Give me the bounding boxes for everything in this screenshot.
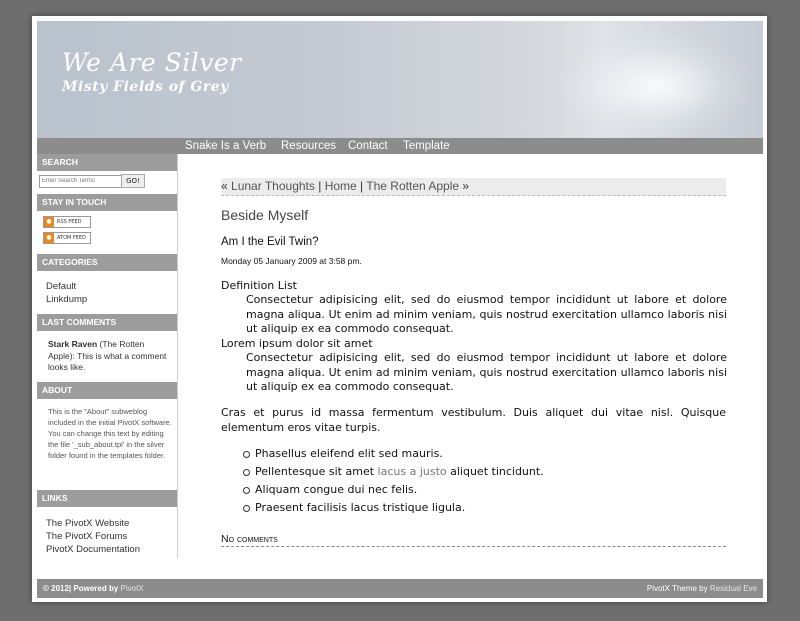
bullet-icon	[243, 487, 250, 494]
nav-item-template[interactable]: Template	[403, 138, 450, 154]
about-text: This is the "About" subweblog included i…	[48, 407, 172, 460]
list-item: Phasellus eleifend elit sed mauris.	[241, 445, 544, 463]
post-title[interactable]: Am I the Evil Twin?	[221, 236, 319, 248]
header-image	[557, 31, 757, 138]
last-comments-heading: LAST COMMENTS	[37, 314, 177, 331]
comment-author: Stark Raven	[48, 339, 98, 349]
category-linkdump[interactable]: Linkdump	[46, 293, 87, 306]
atom-icon: ●	[44, 233, 54, 243]
nav-item-contact[interactable]: Contact	[348, 138, 388, 154]
list-item-text: Pellentesque sit amet	[255, 465, 378, 478]
footer-left: © 2012| Powered by PivotX	[43, 579, 144, 598]
prev-post-link[interactable]: Lunar Thoughts	[231, 179, 315, 193]
sidebar: SEARCH GO! STAY IN TOUCH ●RSS FEED ●ATOM…	[37, 154, 177, 558]
nav-item-resources[interactable]: Resources	[281, 138, 336, 154]
site-subtitle: Misty Fields of Grey	[62, 79, 229, 95]
search-heading: SEARCH	[37, 154, 177, 171]
definition-description: Consectetur adipisicing elit, sed do eiu…	[246, 293, 727, 335]
list-item: Aliquam congue dui nec felis.	[241, 481, 544, 499]
links-heading: LINKS	[37, 490, 177, 507]
rss-feed-button[interactable]: ● RSS FEED	[43, 216, 91, 228]
page-title: Beside Myself	[221, 207, 309, 223]
footer-right: PivotX Theme by Residual Eve	[647, 579, 757, 598]
list-item-text: Aliquam congue dui nec felis.	[255, 483, 418, 496]
bullet-icon	[243, 451, 250, 458]
nav-item-snake[interactable]: Snake Is a Verb	[185, 138, 266, 154]
site-header: We Are Silver Misty Fields of Grey	[37, 21, 763, 138]
list-item-text: Praesent facilisis lacus tristique ligul…	[255, 501, 466, 514]
atom-feed-button[interactable]: ● ATOM FEED	[43, 232, 91, 244]
list-item-text: aliquet tincidunt.	[446, 465, 544, 478]
list-item-text: Phasellus eleifend elit sed mauris.	[255, 447, 443, 460]
inline-link[interactable]: lacus a justo	[378, 465, 447, 478]
stay-in-touch-heading: STAY IN TOUCH	[37, 194, 177, 211]
link-pivotx-forums[interactable]: The PivotX Forums	[46, 530, 127, 543]
last-comment[interactable]: Stark Raven (The Rotten Apple): This is …	[48, 339, 168, 374]
definition-term: Definition List	[221, 279, 297, 292]
site-title[interactable]: We Are Silver	[62, 48, 242, 77]
footer-pivotx-link[interactable]: PivotX	[121, 584, 144, 593]
post-paragraph: Cras et purus id massa fermentum vestibu…	[221, 406, 726, 434]
definition-term: Lorem ipsum dolor sit amet	[221, 337, 373, 350]
link-pivotx-documentation[interactable]: PivotX Documentation	[46, 543, 140, 556]
sidebar-divider	[177, 154, 178, 558]
next-post-link[interactable]: The Rotten Apple	[366, 179, 459, 193]
footer-copyright: © 2012| Powered by	[43, 584, 121, 593]
search-go-button[interactable]: GO!	[121, 174, 145, 188]
post-navigation: « Lunar Thoughts | Home | The Rotten App…	[221, 178, 726, 196]
bullet-list: Phasellus eleifend elit sed mauris. Pell…	[241, 445, 544, 517]
no-comments-link[interactable]: No comments	[221, 533, 726, 547]
definition-description: Consectetur adipisicing elit, sed do eiu…	[246, 351, 727, 393]
link-pivotx-website[interactable]: The PivotX Website	[46, 517, 129, 530]
crumb-separator: |	[318, 179, 322, 193]
list-item: Praesent facilisis lacus tristique ligul…	[241, 499, 544, 517]
categories-heading: CATEGORIES	[37, 254, 177, 271]
bullet-icon	[243, 505, 250, 512]
footer-author-link[interactable]: Residual Eve	[710, 584, 757, 593]
search-input[interactable]	[39, 175, 123, 188]
about-heading: ABOUT	[37, 382, 177, 399]
nav-bar: Snake Is a Verb Resources Contact Templa…	[37, 138, 763, 154]
next-arrow: »	[462, 179, 470, 193]
footer-theme-label: PivotX Theme by	[646, 584, 710, 593]
category-default[interactable]: Default	[46, 280, 76, 293]
footer: © 2012| Powered by PivotX PivotX Theme b…	[37, 579, 763, 598]
rss-icon: ●	[44, 217, 54, 227]
atom-feed-label: ATOM FEED	[57, 235, 86, 241]
page: We Are Silver Misty Fields of Grey Snake…	[37, 21, 763, 598]
rss-feed-label: RSS FEED	[57, 219, 82, 225]
crumb-separator: |	[360, 179, 364, 193]
bullet-icon	[243, 469, 250, 476]
prev-arrow: «	[221, 179, 228, 193]
home-link[interactable]: Home	[325, 179, 357, 193]
list-item: Pellentesque sit amet lacus a justo aliq…	[241, 463, 544, 481]
post-date: Monday 05 January 2009 at 3:58 pm.	[221, 256, 362, 266]
